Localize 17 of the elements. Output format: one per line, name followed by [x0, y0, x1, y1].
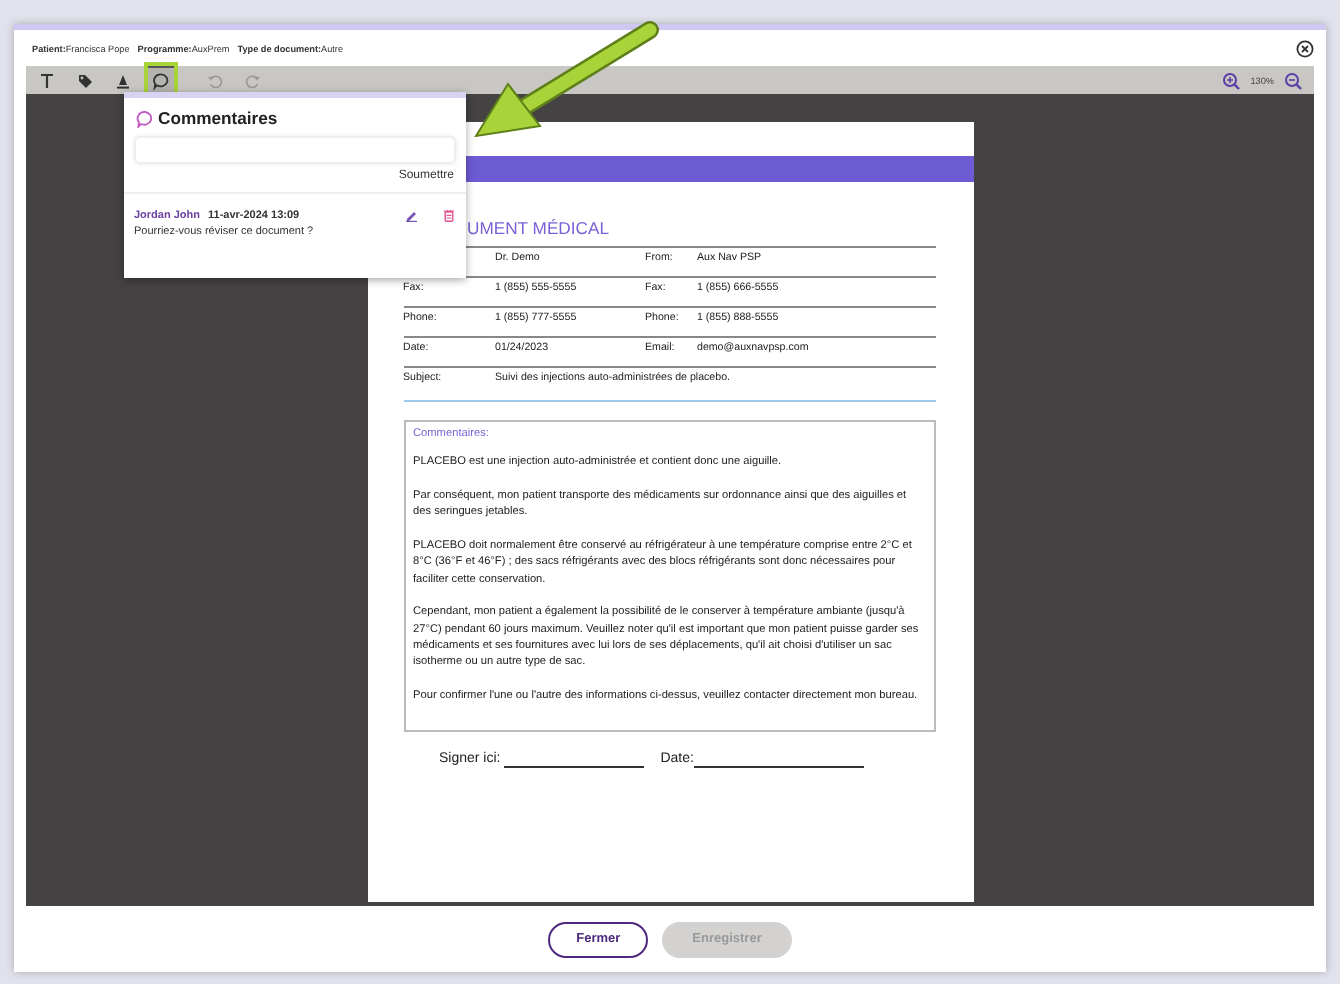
trash-icon: [442, 208, 456, 222]
marker-icon: [114, 71, 132, 89]
comment-tool-button[interactable]: [148, 66, 174, 94]
zoom-in-button[interactable]: [1218, 67, 1245, 93]
delete-button[interactable]: [442, 208, 456, 222]
panel-title: Commentaires: [158, 108, 278, 128]
tag-icon: [76, 71, 94, 89]
pencil-icon: [404, 208, 418, 222]
edit-button[interactable]: [404, 208, 418, 222]
zoom-out-button[interactable]: [1280, 67, 1306, 93]
undo-icon: [206, 71, 224, 89]
text-tool-icon: [38, 71, 56, 89]
redo-icon: [244, 71, 262, 89]
comment-icon: [136, 109, 154, 127]
close-button[interactable]: [1296, 39, 1314, 57]
document-heading: UMENT MÉDICAL: [467, 220, 611, 238]
comment-icon: [152, 72, 170, 90]
